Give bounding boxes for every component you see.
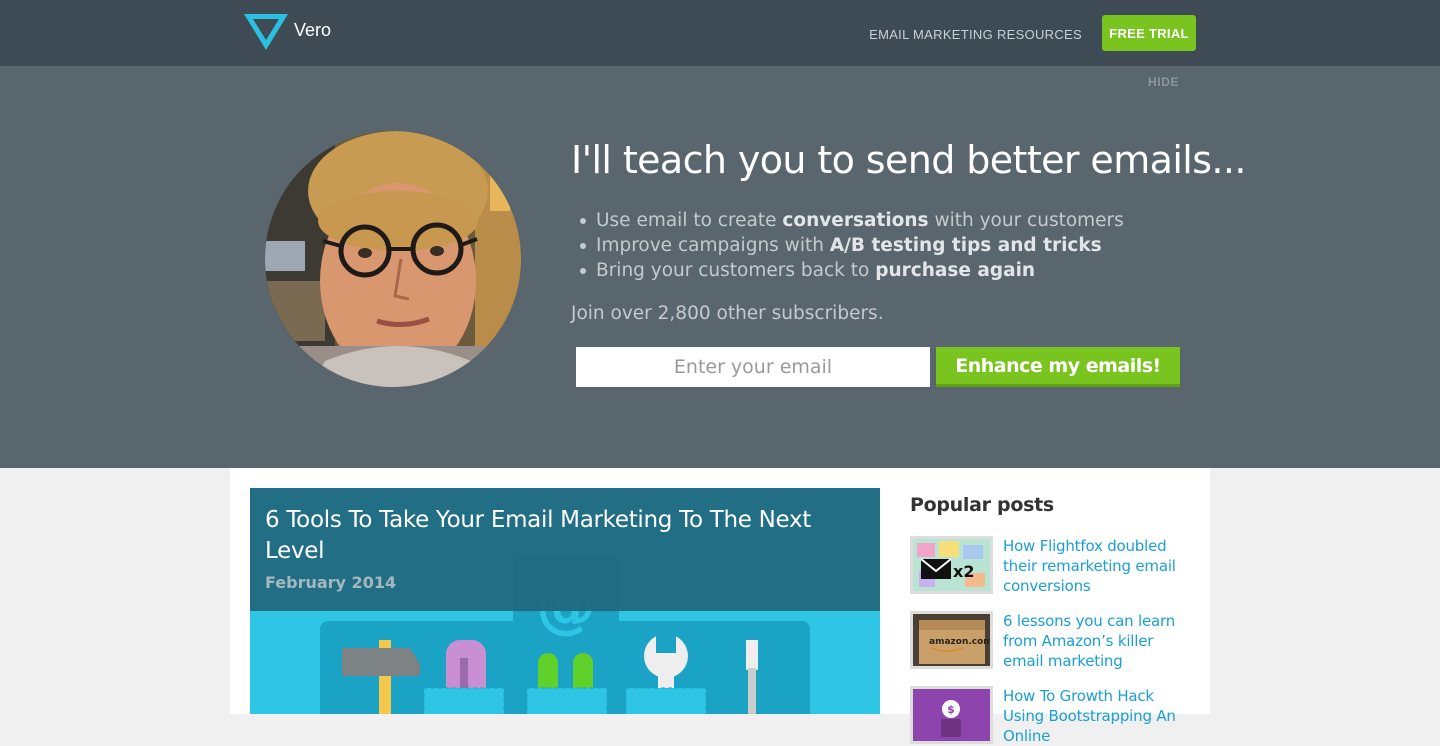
- featured-post-date: February 2014: [265, 573, 397, 592]
- popular-posts-title: Popular posts: [910, 494, 1054, 516]
- featured-post-card[interactable]: @ 6 Tools To Take Your Email Marketing T…: [250, 488, 880, 714]
- subscriber-count-text: Join over 2,800 other subscribers.: [571, 303, 884, 324]
- email-input[interactable]: [576, 347, 930, 387]
- featured-post-title[interactable]: 6 Tools To Take Your Email Marketing To …: [265, 505, 845, 567]
- hero-title: I'll teach you to send better emails...: [571, 138, 1246, 182]
- blog-content: @ 6 Tools To Take Your Email Marketing T…: [230, 468, 1210, 745]
- email-marketing-resources-link[interactable]: EMAIL MARKETING RESOURCES: [869, 27, 1082, 42]
- svg-text:$: $: [947, 703, 955, 716]
- vero-triangle-icon: [244, 14, 288, 50]
- benefit-item: Use email to create conversations with y…: [580, 208, 1124, 233]
- top-navbar: Vero EMAIL MARKETING RESOURCES FREE TRIA…: [0, 0, 1440, 66]
- post-thumbnail[interactable]: amazon.com: [910, 611, 993, 669]
- benefits-list: Use email to create conversations with y…: [580, 208, 1124, 283]
- enhance-emails-button[interactable]: Enhance my emails!: [936, 347, 1180, 387]
- hide-link[interactable]: HIDE: [1148, 75, 1179, 89]
- popular-post-link[interactable]: 6 lessons you can learn from Amazon’s ki…: [1003, 611, 1191, 671]
- popular-posts-sidebar: Popular posts x2 How Flightfox doubled t…: [910, 494, 1200, 745]
- vero-logo[interactable]: Vero: [244, 14, 331, 50]
- benefit-item: Improve campaigns with A/B testing tips …: [580, 233, 1124, 258]
- benefit-item: Bring your customers back to purchase ag…: [580, 258, 1124, 283]
- free-trial-button[interactable]: FREE TRIAL: [1102, 15, 1196, 51]
- post-thumbnail[interactable]: x2: [910, 536, 993, 594]
- newsletter-hero: HIDE I'll teach you to send better email: [0, 66, 1440, 468]
- popular-post-link[interactable]: How To Growth Hack Using Bootstrapping A…: [1003, 686, 1191, 746]
- svg-text:x2: x2: [953, 562, 974, 581]
- popular-post-link[interactable]: How Flightfox doubled their remarketing …: [1003, 536, 1191, 596]
- logo-text: Vero: [294, 19, 332, 40]
- post-thumbnail[interactable]: $: [910, 686, 993, 744]
- author-avatar: [265, 131, 521, 387]
- svg-text:amazon.com: amazon.com: [929, 637, 990, 647]
